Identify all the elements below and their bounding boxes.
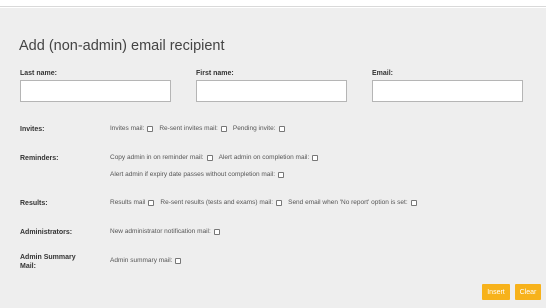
alert-admin-expiry-checkbox[interactable] [278,171,285,178]
copy-admin-reminder-label: Copy admin in on reminder mail: [110,154,204,161]
results-label: Results: [20,200,48,207]
clear-button[interactable]: Clear [515,284,541,300]
email-field[interactable] [372,80,523,102]
admin-summary-mail-checkbox[interactable] [175,257,182,264]
last-name-label: Last name: [20,70,57,77]
results-mail-label: Results mail [110,199,146,206]
panel-title: Add (non-admin) email recipient [19,38,225,54]
insert-button[interactable]: Insert [482,284,510,300]
no-report-email-checkbox[interactable] [410,199,417,206]
resent-results-label: Re-sent results (tests and exams) mail: [160,199,274,206]
reminders-options: Copy admin in on reminder mail: Alert ad… [110,154,324,161]
alert-admin-expiry-label: Alert admin if expiry date passes withou… [110,171,276,178]
add-recipient-panel: Add (non-admin) email recipient Last nam… [0,8,546,308]
first-name-label: First name: [196,70,234,77]
pending-invite-checkbox[interactable] [278,125,285,132]
first-name-field[interactable] [196,80,347,102]
administrators-options: New administrator notification mail: [110,228,226,235]
new-admin-notification-checkbox[interactable] [213,228,220,235]
resent-invites-mail-label: Re-sent invites mail: [159,125,218,132]
invites-mail-checkbox[interactable] [147,125,154,132]
admin-summary-label: Admin Summary Mail: [20,254,76,270]
email-label: Email: [372,70,394,77]
top-divider [0,6,546,7]
invites-options: Invites mail: Re-sent invites mail: Pend… [110,125,291,132]
results-options: Results mail Re-sent results (tests and … [110,199,423,206]
admin-summary-mail-label: Admin summary mail: [110,257,173,264]
invites-mail-label: Invites mail: [110,125,145,132]
alert-admin-completion-label: Alert admin on completion mail: [218,154,310,161]
copy-admin-reminder-checkbox[interactable] [206,154,213,161]
resent-invites-mail-checkbox[interactable] [220,125,227,132]
no-report-email-label: Send email when 'No report' option is se… [288,199,408,206]
resent-results-checkbox[interactable] [276,199,283,206]
reminders-options-2: Alert admin if expiry date passes withou… [110,171,290,178]
admin-summary-options: Admin summary mail: [110,257,187,264]
pending-invite-label: Pending invite: [232,125,276,132]
reminders-label: Reminders: [20,155,59,162]
administrators-label: Administrators: [20,229,73,236]
invites-label: Invites: [20,126,45,133]
last-name-field[interactable] [20,80,171,102]
new-admin-notification-label: New administrator notification mail: [110,228,211,235]
results-mail-checkbox[interactable] [148,199,155,206]
alert-admin-completion-checkbox[interactable] [312,154,319,161]
